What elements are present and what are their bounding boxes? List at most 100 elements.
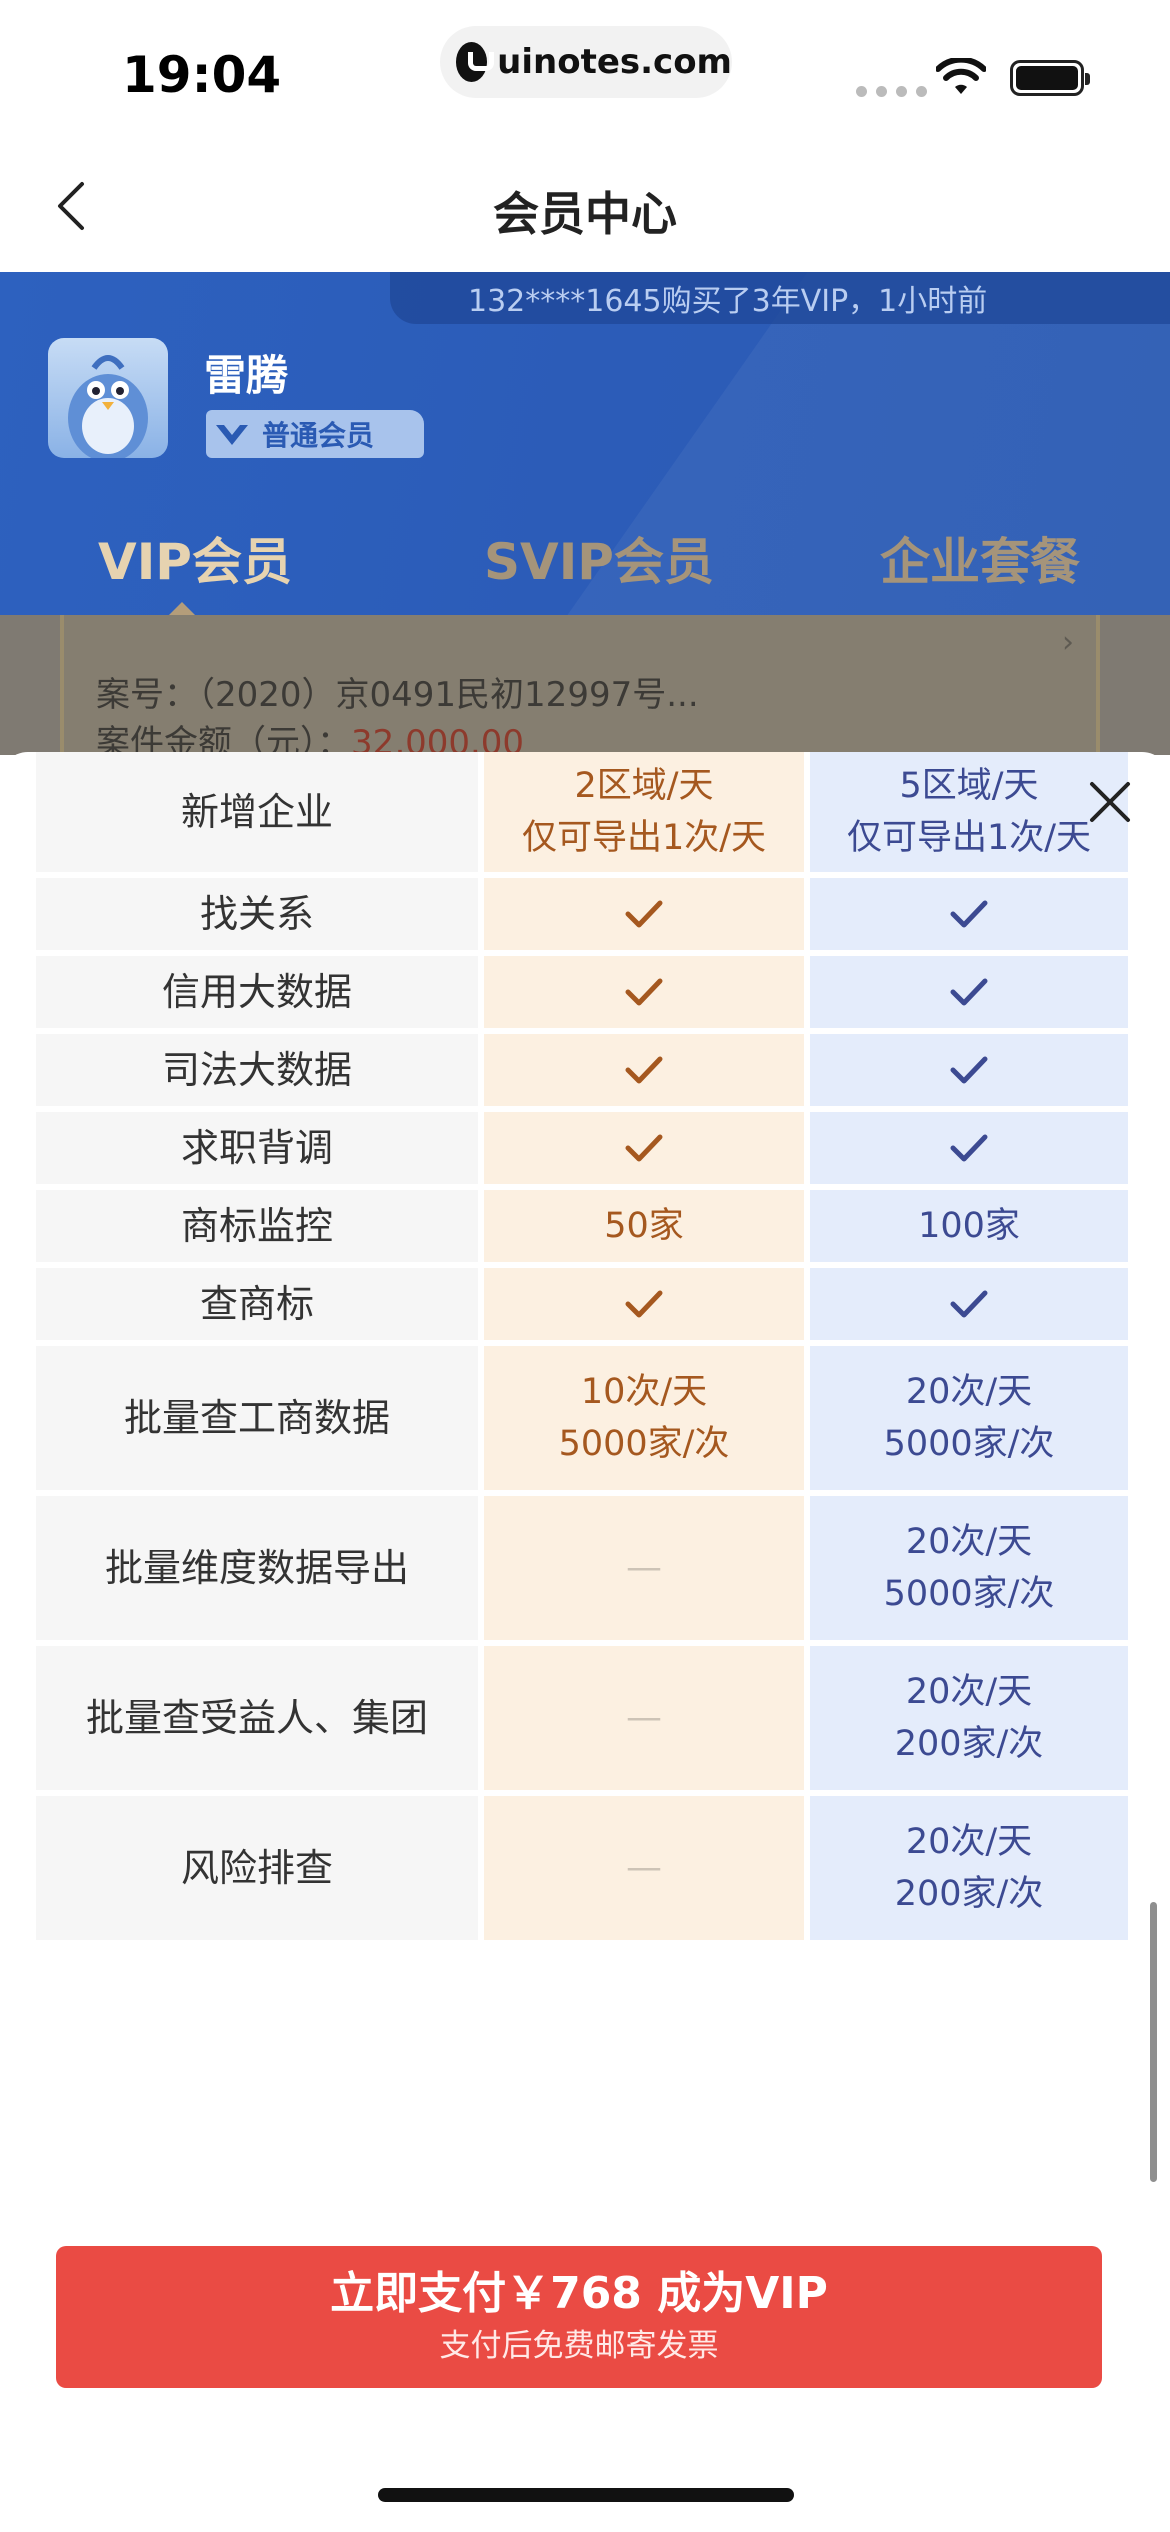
penguin-avatar-icon [68, 355, 148, 458]
wifi-icon [936, 58, 986, 94]
feature-name: 批量查工商数据 [36, 1346, 478, 1490]
svip-value-line: 200家/次 [894, 1874, 1044, 1914]
svip-value-line: 20次/天 [905, 1672, 1033, 1712]
check-icon [950, 1134, 988, 1162]
feature-name: 风险排查 [36, 1796, 478, 1940]
svip-value-line: 200家/次 [894, 1724, 1044, 1764]
vip-value [484, 956, 804, 1028]
feature-name: 商标监控 [36, 1190, 478, 1262]
check-icon [625, 1290, 663, 1318]
feature-name: 查商标 [36, 1268, 478, 1340]
svip-value-line: 5000家/次 [883, 1574, 1055, 1614]
svip-value-line: 20次/天 [905, 1522, 1033, 1562]
not-available-dash: — [626, 1697, 662, 1738]
table-row: 批量维度数据导出 — 20次/天 5000家/次 [36, 1496, 1134, 1640]
svip-value-line: 100家 [918, 1206, 1020, 1246]
avatar [48, 338, 168, 458]
svip-value [810, 1268, 1128, 1340]
feature-name: 新增企业 [36, 752, 478, 872]
vip-value-line: 2区域/天 [574, 766, 714, 806]
feature-name: 找关系 [36, 878, 478, 950]
vip-value: 50家 [484, 1190, 804, 1262]
vip-value-line: 5000家/次 [558, 1424, 730, 1464]
svip-value [810, 956, 1128, 1028]
svip-value: 100家 [810, 1190, 1128, 1262]
table-row: 风险排查 — 20次/天 200家/次 [36, 1796, 1134, 1940]
feature-name: 批量查受益人、集团 [36, 1646, 478, 1790]
url-pill[interactable]: uinotes.com [440, 26, 732, 98]
status-bar: 19:04 uinotes.com [0, 0, 1170, 140]
case-number: 案号：（2020）京0491民初12997号... [96, 675, 699, 715]
svip-value [810, 1034, 1128, 1106]
svip-value: 20次/天 5000家/次 [810, 1496, 1128, 1640]
check-icon [625, 978, 663, 1006]
vip-v-icon [216, 425, 248, 445]
vip-value [484, 878, 804, 950]
site-logo-icon [456, 42, 495, 82]
vip-value: 10次/天 5000家/次 [484, 1346, 804, 1490]
tab-enterprise[interactable]: 企业套餐 [880, 522, 1080, 594]
table-row: 求职背调 [36, 1112, 1134, 1184]
not-available-dash: — [626, 1847, 662, 1888]
close-icon[interactable] [1088, 780, 1132, 824]
svip-value-line: 20次/天 [905, 1822, 1033, 1862]
check-icon [625, 900, 663, 928]
svip-value: 20次/天 5000家/次 [810, 1346, 1128, 1490]
table-row: 查商标 [36, 1268, 1134, 1340]
table-row: 商标监控 50家 100家 [36, 1190, 1134, 1262]
vip-value-line: 仅可导出1次/天 [521, 818, 767, 858]
vip-value: — [484, 1496, 804, 1640]
svip-value [810, 1112, 1128, 1184]
comparison-table: 新增企业 2区域/天 仅可导出1次/天 5区域/天 仅可导出1次/天 找关系 信用大数据 司法… [36, 752, 1134, 2220]
purchase-ticker: 132****1645购买了3年VIP，1小时前 [390, 272, 1170, 324]
vip-value [484, 1268, 804, 1340]
battery-icon [1010, 60, 1090, 96]
pay-button-sublabel: 支付后免费邮寄发票 [439, 2328, 719, 2364]
url-text: uinotes.com [497, 42, 732, 82]
table-row: 批量查受益人、集团 — 20次/天 200家/次 [36, 1646, 1134, 1790]
check-icon [950, 900, 988, 928]
vip-value [484, 1112, 804, 1184]
feature-name: 信用大数据 [36, 956, 478, 1028]
vip-value-line: 50家 [604, 1206, 684, 1246]
check-icon [950, 1056, 988, 1084]
home-indicator [378, 2488, 794, 2502]
table-row: 找关系 [36, 878, 1134, 950]
not-available-dash: — [626, 1547, 662, 1588]
page-title: 会员中心 [493, 187, 677, 241]
pay-button-label: 立即支付￥768 成为VIP [330, 2268, 828, 2319]
feature-name: 求职背调 [36, 1112, 478, 1184]
table-row: 司法大数据 [36, 1034, 1134, 1106]
svip-value: 20次/天 200家/次 [810, 1796, 1128, 1940]
tab-svip[interactable]: SVIP会员 [484, 522, 714, 594]
vip-value: — [484, 1796, 804, 1940]
check-icon [950, 978, 988, 1006]
svip-value: 20次/天 200家/次 [810, 1646, 1128, 1790]
scrollbar[interactable] [1150, 1902, 1157, 2182]
username: 雷腾 [204, 351, 289, 400]
table-row: 新增企业 2区域/天 仅可导出1次/天 5区域/天 仅可导出1次/天 [36, 752, 1134, 872]
svip-value-line: 5区域/天 [899, 766, 1039, 806]
signal-icon [856, 86, 927, 97]
vip-value-line: 10次/天 [580, 1372, 708, 1412]
check-icon [625, 1056, 663, 1084]
feature-name: 司法大数据 [36, 1034, 478, 1106]
svip-value [810, 878, 1128, 950]
background-overlay: 案号：（2020）京0491民初12997号... 案件金额（元）：32,000… [0, 615, 1170, 763]
status-time: 19:04 [122, 46, 282, 104]
chevron-right-icon: › [1062, 625, 1074, 660]
svip-value: 5区域/天仅可导出1次/天 [810, 752, 1128, 872]
vip-value: 2区域/天仅可导出1次/天 [484, 752, 804, 872]
tab-vip[interactable]: VIP会员 [98, 522, 292, 594]
pay-button[interactable]: 立即支付￥768 成为VIP 支付后免费邮寄发票 [56, 2246, 1102, 2388]
svip-value-line: 20次/天 [905, 1372, 1033, 1412]
nav-bar: 会员中心 [0, 140, 1170, 272]
svip-value-line: 5000家/次 [883, 1424, 1055, 1464]
table-row: 批量查工商数据 10次/天 5000家/次 20次/天 5000家/次 [36, 1346, 1134, 1490]
tab-indicator [168, 602, 196, 615]
feature-name: 批量维度数据导出 [36, 1496, 478, 1640]
member-badge-label: 普通会员 [262, 419, 375, 452]
vip-value: — [484, 1646, 804, 1790]
membership-header: 132****1645购买了3年VIP，1小时前 雷腾 普通会员 VIP会员 S… [0, 272, 1170, 615]
svip-value-line: 仅可导出1次/天 [846, 818, 1092, 858]
